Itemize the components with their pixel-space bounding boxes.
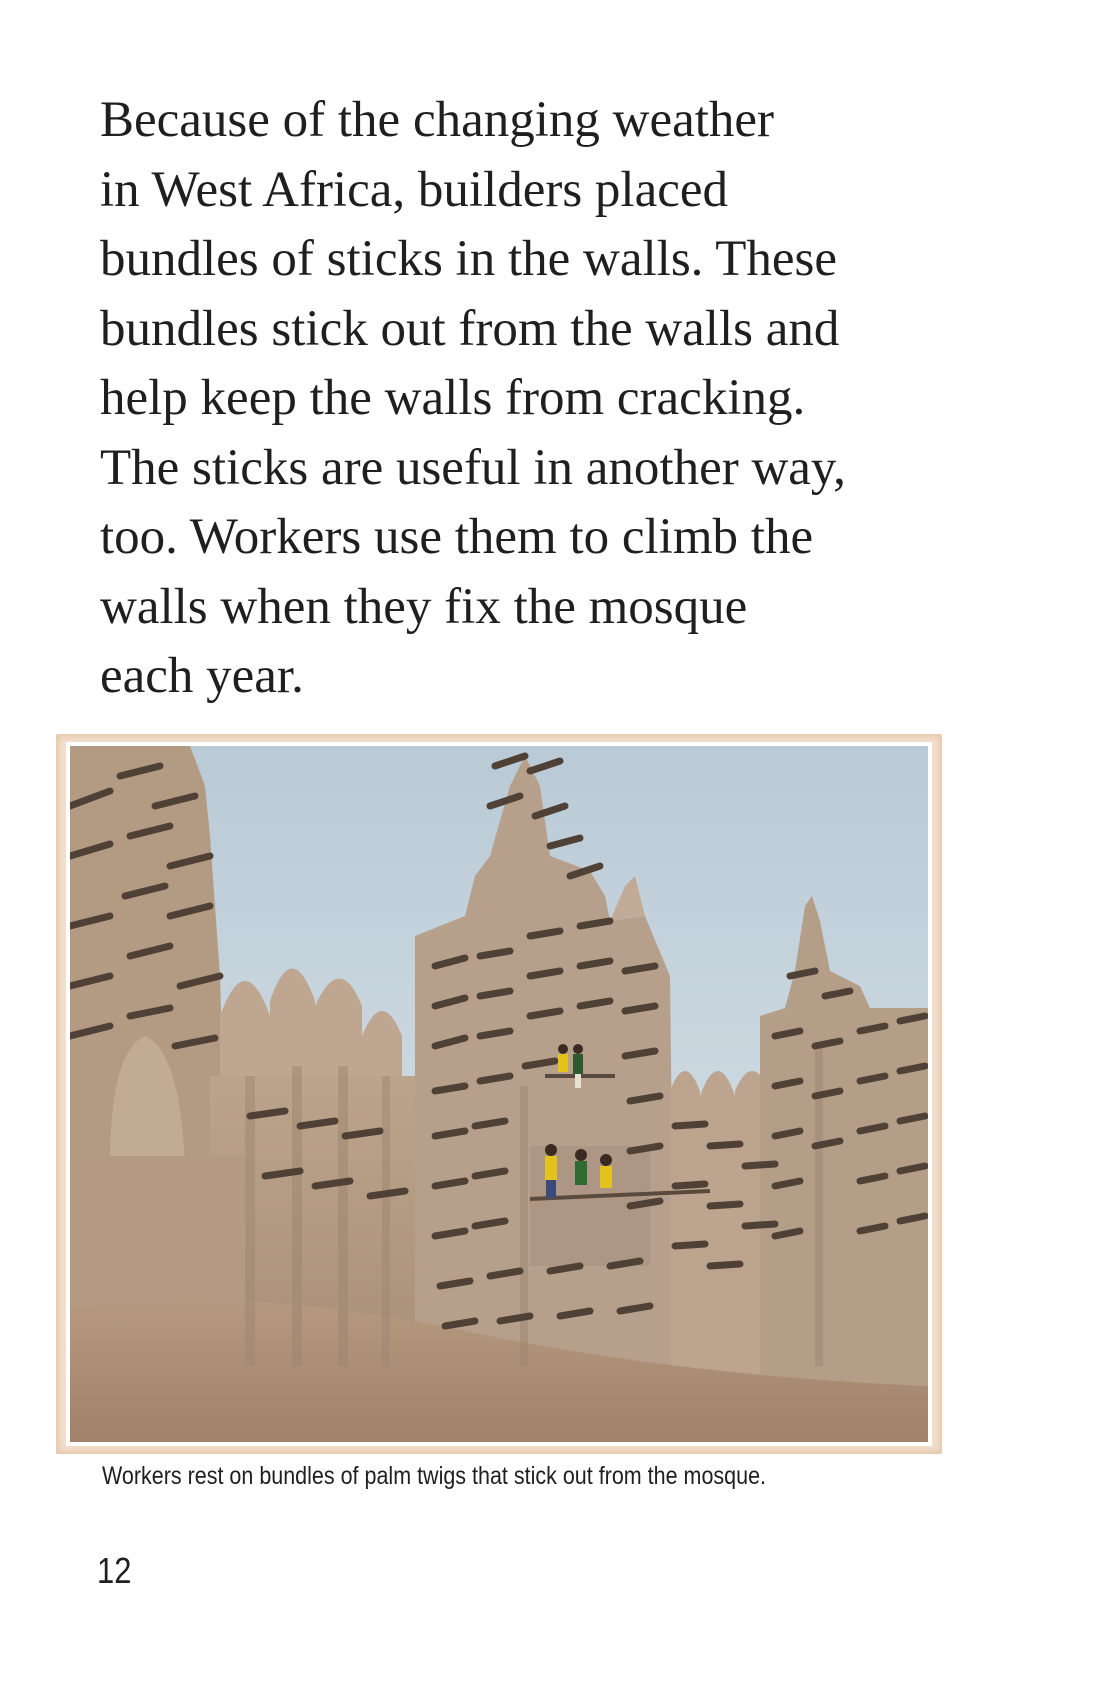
body-line: bundles of sticks in the walls. These <box>100 231 838 287</box>
body-line: too. Workers use them to climb the <box>100 509 814 565</box>
body-line: Because of the changing weather <box>100 92 775 148</box>
body-line: in West Africa, builders placed <box>100 161 729 218</box>
photo-caption: Workers rest on bundles of palm twigs th… <box>102 1462 767 1490</box>
body-line: bundles stick out from the walls and <box>100 300 840 357</box>
body-line: help keep the walls from cracking. <box>100 370 806 426</box>
mosque-photo <box>70 746 928 1442</box>
photo-border <box>66 742 932 1446</box>
page-number: 12 <box>97 1550 132 1591</box>
body-paragraph: Because of the changing weather in West … <box>100 86 960 712</box>
photo-frame <box>56 734 942 1454</box>
body-line: each year. <box>100 648 304 704</box>
body-line: walls when they fix the mosque <box>100 578 748 635</box>
body-line: The sticks are useful in another way, <box>100 439 846 496</box>
mosque-illustration <box>70 746 928 1442</box>
